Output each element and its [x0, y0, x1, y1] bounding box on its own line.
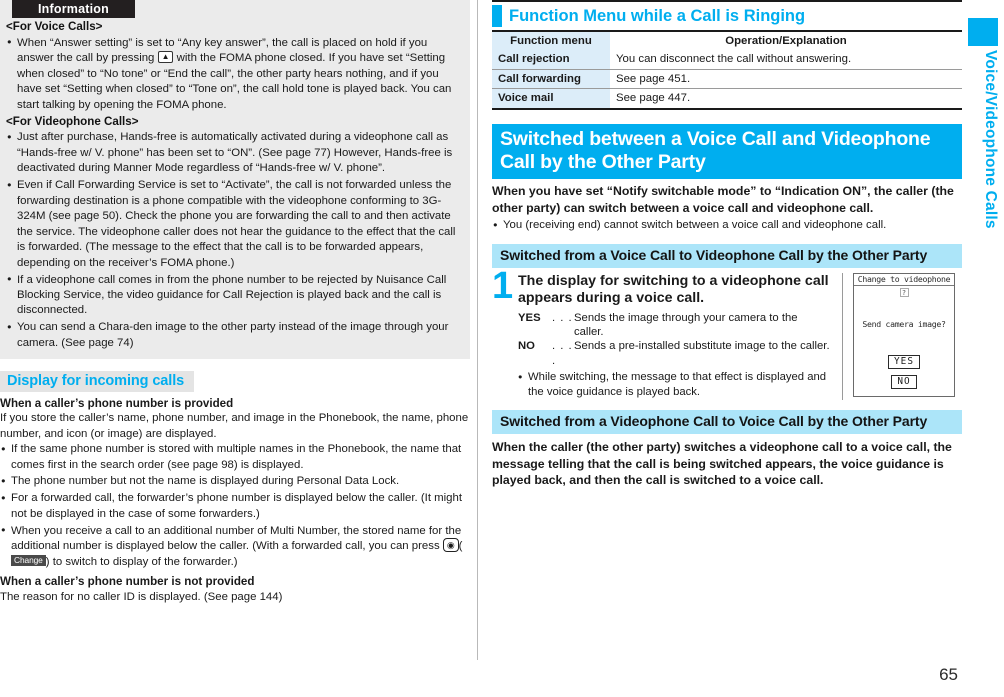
- phone-no-button[interactable]: NO: [891, 374, 917, 389]
- number-provided-bullet-list: If the same phone number is stored with …: [0, 442, 470, 570]
- step-number: 1: [492, 264, 514, 307]
- for-videophone-calls-heading: <For Videophone Calls>: [6, 114, 139, 128]
- side-tab-label: Voice/Videophone Calls: [982, 50, 999, 229]
- voice-calls-bullet-list: When “Answer setting” is set to “Any key…: [6, 35, 464, 113]
- column-header-operation: Operation/Explanation: [725, 34, 847, 47]
- choice-yes: YES . . . Sends the image through your c…: [518, 311, 830, 340]
- right-column: Function Menu while a Call is Ringing Fu…: [492, 0, 962, 489]
- camera-icon: ◉: [442, 538, 459, 553]
- choice-no: NO . . . . Sends a pre-installed substit…: [518, 339, 830, 368]
- cell-explanation-call-forwarding: See page 451.: [610, 69, 962, 90]
- change-softkey-label: Change: [11, 555, 46, 567]
- number-provided-text: If you store the caller’s name, phone nu…: [0, 412, 469, 440]
- cell-explanation-call-rejection: You can disconnect the call without answ…: [610, 50, 962, 70]
- number-provided-heading: When a caller’s phone number is provided: [0, 396, 234, 410]
- bullet-personal-data-lock: The phone number but not the name is dis…: [0, 474, 470, 489]
- cell-function-voice-mail: Voice mail: [492, 88, 610, 109]
- number-not-provided-heading: When a caller’s phone number is not prov…: [0, 575, 255, 589]
- manual-page: Information <For Voice Calls> When “Answ…: [0, 0, 1004, 697]
- paren-open: (: [458, 540, 463, 553]
- phone-screen-title: Change to videophone: [854, 274, 954, 287]
- choice-no-label: NO: [518, 340, 535, 353]
- up-key-icon: ▲: [157, 51, 174, 64]
- phone-screen-buttons: YES NO: [854, 349, 954, 396]
- step-body: The display for switching to a videophon…: [518, 273, 834, 401]
- cell-function-call-rejection: Call rejection: [492, 50, 610, 70]
- side-tab-marker: [968, 18, 998, 46]
- page-number: 65: [939, 665, 958, 684]
- table-row: Call forwarding See page 451.: [492, 69, 962, 90]
- table-row: Call rejection You can disconnect the ca…: [492, 50, 962, 70]
- bullet-hands-free: Just after purchase, Hands-free is autom…: [6, 130, 464, 176]
- choice-yes-description: Sends the image through your camera to t…: [574, 311, 798, 339]
- bullet-while-switching: While switching, the message to that eff…: [518, 370, 830, 400]
- function-menu-table: Function menu Operation/Explanation Call…: [492, 29, 962, 110]
- choice-no-dots: . . . .: [552, 340, 573, 367]
- for-voice-calls-heading: <For Voice Calls>: [6, 20, 103, 33]
- phone-yes-button[interactable]: YES: [888, 354, 920, 369]
- phone-screen-mockup: Change to videophone ? Send camera image…: [853, 272, 955, 397]
- videophone-to-voice-text: When the caller (the other party) switch…: [492, 440, 952, 488]
- phone-screen-question-mark: ?: [899, 288, 909, 298]
- choice-yes-dots: . . .: [552, 311, 573, 324]
- cell-function-call-forwarding: Call forwarding: [492, 69, 610, 90]
- phone-mockup-wrapper: Change to videophone ? Send camera image…: [842, 272, 962, 401]
- bullet-cannot-switch: You (receiving end) cannot switch betwee…: [492, 218, 962, 233]
- table-header-row: Function menu Operation/Explanation: [492, 30, 962, 51]
- step-title: The display for switching to a videophon…: [518, 272, 829, 307]
- bullet-nuisance-call: If a videophone call comes in from the p…: [6, 272, 464, 319]
- number-not-provided-text: The reason for no caller ID is displayed…: [0, 590, 283, 603]
- bullet-multiple-names: If the same phone number is stored with …: [0, 442, 470, 473]
- phone-screen-message: Send camera image?: [862, 319, 946, 330]
- multi-number-text-part2: to switch to display of the forwarder.): [49, 555, 238, 568]
- switched-section-bullet-list: You (receiving end) cannot switch betwee…: [492, 218, 962, 233]
- heading-tick-marker: [492, 5, 502, 27]
- information-box: Information <For Voice Calls> When “Answ…: [0, 0, 470, 359]
- switched-section-banner: Switched between a Voice Call and Videop…: [492, 123, 962, 180]
- voice-to-videophone-heading: Switched from a Voice Call to Videophone…: [492, 243, 962, 268]
- bullet-chara-den: You can send a Chara-den image to the ot…: [6, 320, 464, 351]
- bullet-answer-setting: When “Answer setting” is set to “Any key…: [6, 35, 464, 113]
- bullet-forwarded-call: For a forwarded call, the forwarder’s ph…: [0, 491, 470, 522]
- choice-yes-label: YES: [518, 311, 541, 324]
- chapter-side-tab: Voice/Videophone Calls: [962, 0, 1004, 660]
- function-menu-heading-bar: Function Menu while a Call is Ringing: [492, 0, 962, 27]
- choice-no-description: Sends a pre-installed substitute image t…: [574, 340, 830, 353]
- bullet-call-forwarding: Even if Call Forwarding Service is set t…: [6, 178, 464, 271]
- table-row: Voice mail See page 447.: [492, 88, 962, 109]
- bullet-multi-number: When you receive a call to an additional…: [0, 523, 470, 570]
- function-menu-heading: Function Menu while a Call is Ringing: [509, 7, 806, 25]
- column-divider: [477, 0, 478, 660]
- videophone-calls-bullet-list: Just after purchase, Hands-free is autom…: [6, 130, 464, 351]
- information-title: Information: [12, 0, 135, 18]
- column-header-function-menu: Function menu: [492, 30, 610, 51]
- multi-number-text-part1: When you receive a call to an additional…: [11, 524, 462, 553]
- step-block-1: 1 The display for switching to a videoph…: [492, 264, 962, 401]
- display-incoming-calls-heading: Display for incoming calls: [0, 370, 195, 392]
- videophone-to-voice-heading: Switched from a Videophone Call to Voice…: [492, 410, 962, 435]
- left-column: Information <For Voice Calls> When “Answ…: [0, 0, 470, 605]
- cell-explanation-voice-mail: See page 447.: [616, 92, 691, 105]
- switched-section-lead: When you have set “Notify switchable mod…: [492, 184, 954, 215]
